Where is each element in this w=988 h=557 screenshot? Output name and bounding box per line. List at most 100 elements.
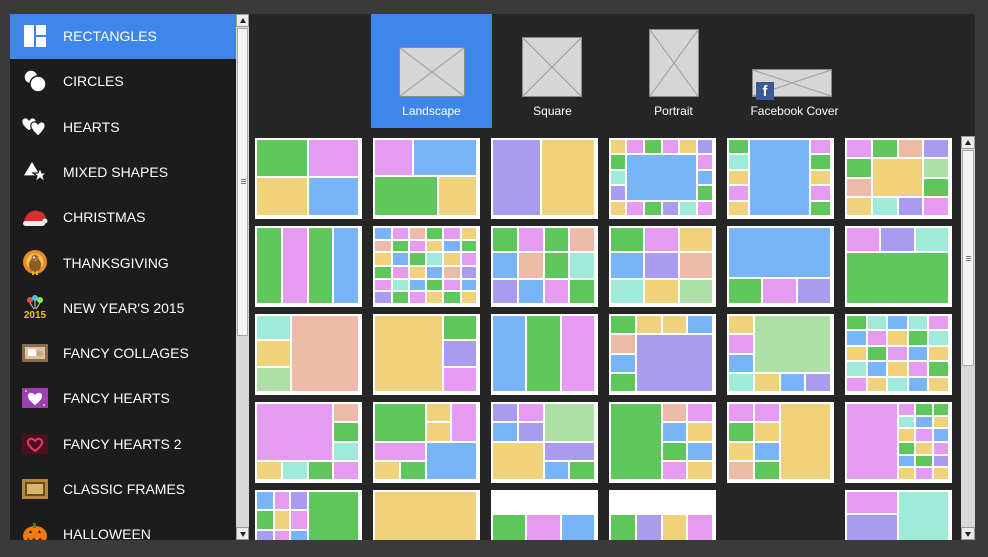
layout-cell [393, 241, 408, 251]
layout-thumbnail[interactable] [255, 226, 362, 307]
layout-cell [729, 186, 748, 200]
sidebar-item-hearts[interactable]: HEARTS [10, 105, 236, 150]
sidebar-item-fancy-hearts[interactable]: FANCY HEARTS [10, 376, 236, 421]
sidebar-item-fancy-collages[interactable]: FANCY COLLAGES [10, 331, 236, 376]
layout-thumbnail[interactable] [255, 490, 362, 540]
layout-cell [698, 202, 712, 215]
layout-cell [729, 155, 748, 169]
layout-cell [545, 253, 568, 278]
sidebar-scrollbar[interactable] [236, 14, 249, 540]
layout-cell [729, 140, 748, 153]
layout-thumbnail[interactable] [609, 490, 716, 540]
layout-thumbnail[interactable] [609, 138, 716, 219]
layout-cell [257, 316, 290, 339]
sidebar-item-classic-frames[interactable]: CLASSIC FRAMES [10, 467, 236, 512]
sidebar-item-christmas[interactable]: CHRISTMAS [10, 195, 236, 240]
layout-cell [688, 316, 712, 333]
size-option-square[interactable]: Square [492, 14, 613, 128]
layout-cell [763, 279, 796, 303]
layout-cell [257, 511, 273, 529]
layout-cell [680, 280, 712, 303]
sidebar-scroll-thumb[interactable] [237, 28, 248, 336]
grid-scroll-down-button[interactable] [961, 527, 975, 540]
layout-thumbnail[interactable] [373, 226, 480, 307]
layout-cell [570, 228, 594, 251]
layout-cell [375, 177, 437, 215]
layout-thumbnail[interactable] [845, 314, 952, 395]
layout-cell [873, 159, 922, 196]
layout-cell [493, 515, 525, 540]
layout-thumbnail[interactable] [255, 314, 362, 395]
grid-scroll-up-button[interactable] [961, 136, 975, 149]
layout-thumbnail[interactable] [373, 402, 480, 483]
size-option-portrait[interactable]: Portrait [613, 14, 734, 128]
layout-cell [611, 202, 625, 215]
sidebar-item-rectangles[interactable]: RECTANGLES [10, 14, 236, 59]
layout-thumbnail[interactable] [491, 314, 598, 395]
layout-thumbnail[interactable] [845, 138, 952, 219]
layout-thumbnail[interactable] [491, 402, 598, 483]
sidebar-item-label: FANCY COLLAGES [63, 345, 189, 362]
layout-cell [729, 228, 830, 277]
sidebar-item-new-year-s-2015[interactable]: 2015 NEW YEAR'S 2015 [10, 286, 236, 331]
layout-thumbnail[interactable] [373, 490, 480, 540]
layout-cell [257, 228, 281, 303]
layout-cell [868, 316, 886, 329]
layout-thumbnail[interactable] [727, 138, 834, 219]
layout-thumbnail[interactable] [609, 226, 716, 307]
layout-cell [680, 202, 696, 215]
layout-cell [493, 316, 525, 391]
size-option-facebook-cover[interactable]: f Facebook Cover [734, 14, 855, 128]
layout-cell [698, 171, 712, 184]
layout-thumbnail[interactable] [609, 402, 716, 483]
layout-thumbnail[interactable] [373, 314, 480, 395]
layout-cell [755, 316, 830, 372]
layout-thumbnail[interactable] [255, 138, 362, 219]
layout-cell [257, 492, 273, 509]
layout-thumbnail[interactable] [845, 490, 952, 540]
placeholder-image-icon [522, 37, 582, 97]
layout-thumbnail[interactable] [727, 226, 834, 307]
layout-cell [375, 462, 399, 479]
layout-cell [873, 198, 897, 215]
sidebar-item-thanksgiving[interactable]: THANKSGIVING [10, 241, 236, 286]
layout-cell [698, 140, 712, 153]
layout-cell [916, 228, 948, 251]
layout-thumbnail[interactable] [845, 226, 952, 307]
layout-grid-scrollbar[interactable] [961, 136, 975, 540]
sidebar-scroll-up-button[interactable] [236, 14, 249, 27]
layout-cell [562, 515, 594, 540]
layout-thumbnail[interactable] [373, 138, 480, 219]
grid-scroll-thumb[interactable] [962, 150, 974, 366]
layout-thumbnail[interactable] [609, 314, 716, 395]
size-option-landscape[interactable]: Landscape [371, 14, 492, 128]
layout-cell [873, 140, 897, 157]
sidebar-item-halloween[interactable]: HALLOWEEN [10, 512, 236, 540]
sidebar-item-label: RECTANGLES [63, 28, 157, 44]
sidebar-item-label: MIXED SHAPES [63, 163, 169, 180]
layout-thumbnail[interactable] [491, 490, 598, 540]
layout-cell [868, 331, 886, 345]
sidebar-item-fancy-hearts-2[interactable]: FANCY HEARTS 2 [10, 422, 236, 467]
sidebar-item-circles[interactable]: CIRCLES [10, 59, 236, 104]
layout-cell [611, 155, 625, 169]
layout-thumbnail[interactable] [727, 314, 834, 395]
layout-thumbnail[interactable] [727, 402, 834, 483]
sidebar-item-mixed-shapes[interactable]: MIXED SHAPES [10, 150, 236, 195]
layout-cell [729, 443, 753, 460]
layout-thumbnail[interactable] [845, 402, 952, 483]
size-option-label: Facebook Cover [750, 104, 839, 118]
layout-cell [375, 316, 442, 391]
layout-thumbnail[interactable] [255, 402, 362, 483]
layout-thumbnail[interactable] [491, 138, 598, 219]
layout-cell [275, 492, 289, 509]
layout-cell [444, 341, 476, 366]
sidebar-scroll-down-button[interactable] [236, 527, 249, 540]
new-year-2015-icon: 2015 [21, 294, 49, 322]
layout-cell [688, 462, 712, 479]
layout-thumbnail[interactable] [491, 226, 598, 307]
layout-cell [924, 140, 948, 157]
layout-cell [847, 347, 866, 360]
layout-cell [309, 178, 358, 215]
layout-cell [847, 228, 879, 251]
